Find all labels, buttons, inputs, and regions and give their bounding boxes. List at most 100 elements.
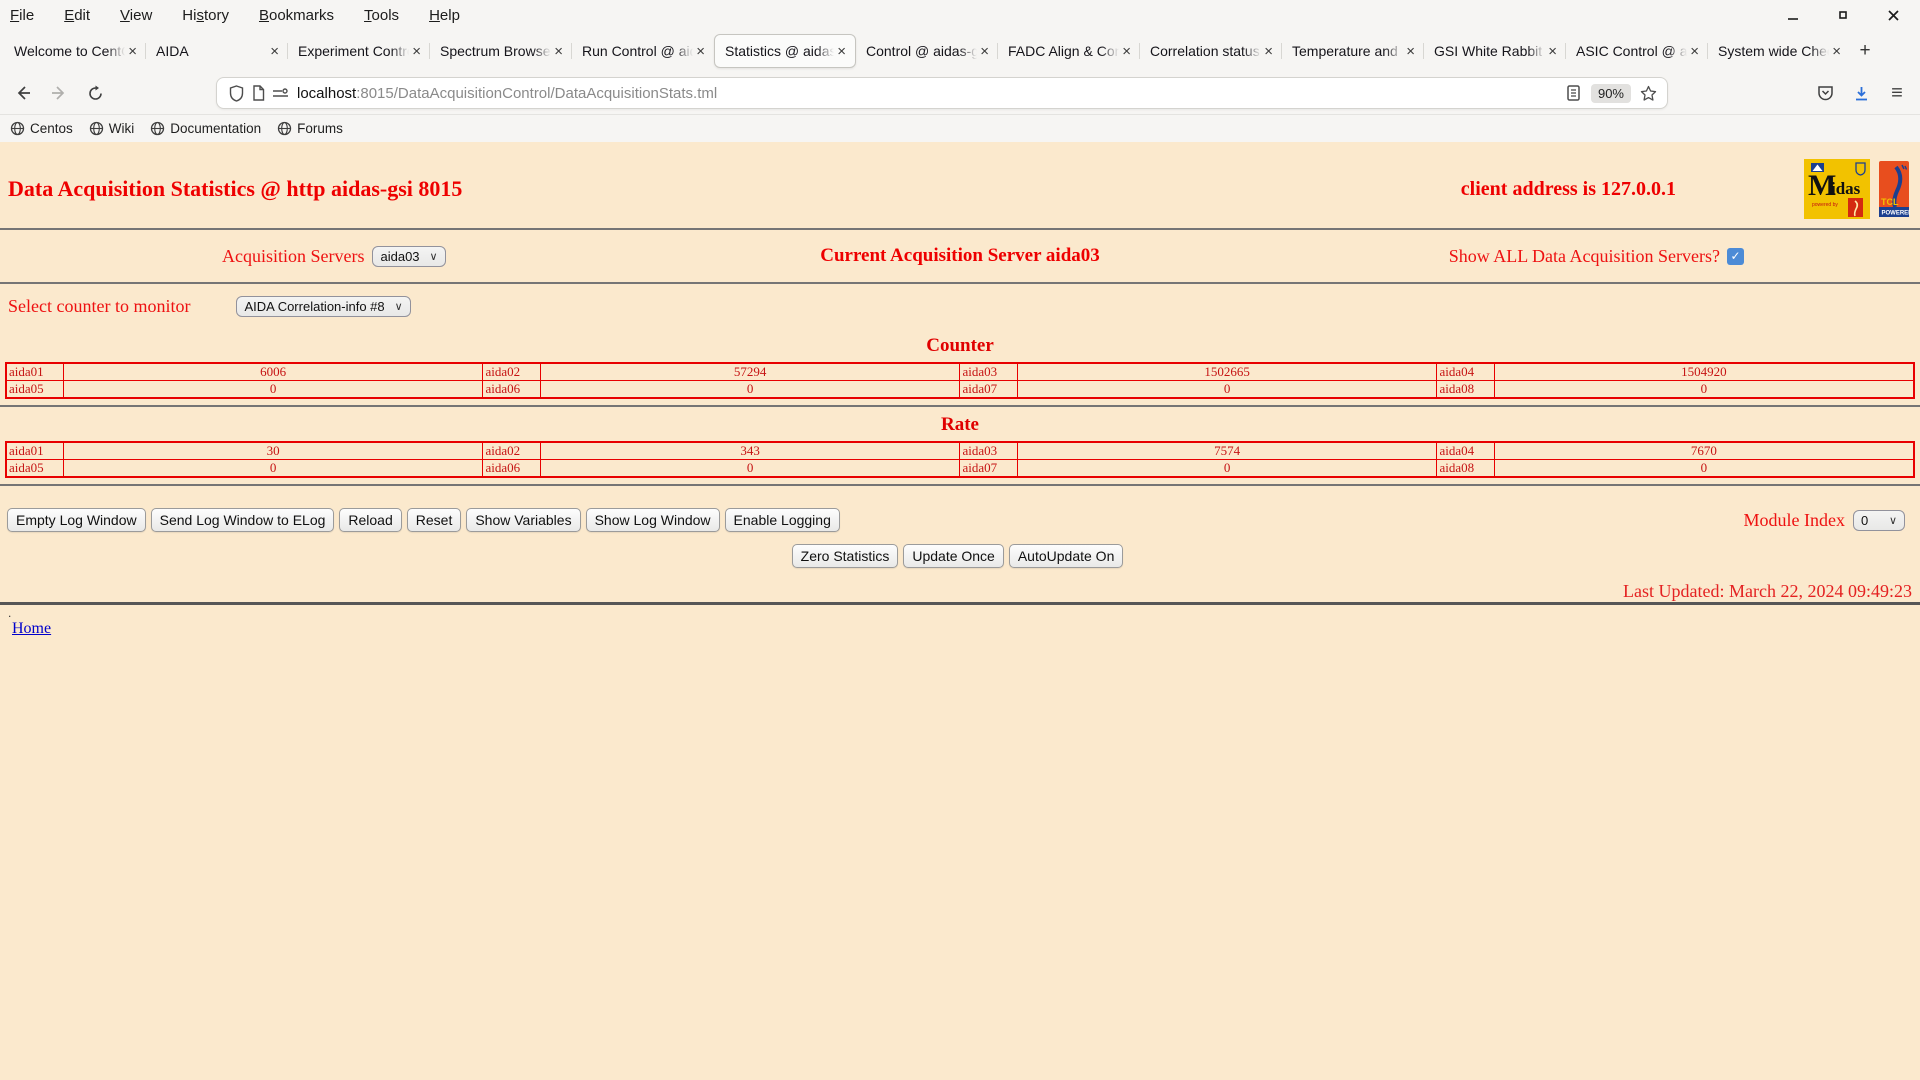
menu-edit[interactable]: Edit	[64, 7, 90, 24]
tab-12[interactable]: ASIC Control @ ai×	[1566, 34, 1708, 68]
bookmarks-bar: Centos Wiki Documentation Forums	[0, 114, 1920, 142]
divider	[0, 484, 1920, 486]
tab-5[interactable]: Run Control @ aid×	[572, 34, 714, 68]
show-log-window-button[interactable]: Show Log Window	[586, 508, 720, 532]
zero-statistics-button[interactable]: Zero Statistics	[792, 544, 899, 568]
tab-close-icon[interactable]: ×	[551, 43, 566, 60]
bookmark-centos[interactable]: Centos	[10, 121, 73, 136]
tab-close-icon[interactable]: ×	[693, 43, 708, 60]
show-all-checkbox[interactable]: ✓	[1727, 248, 1744, 265]
globe-icon	[150, 121, 165, 136]
forward-icon[interactable]	[44, 78, 74, 108]
bookmark-forums[interactable]: Forums	[277, 121, 343, 136]
rate-value: 0	[63, 460, 483, 478]
counter-value: 0	[540, 381, 960, 399]
last-updated-text: Last Updated: March 22, 2024 09:49:23	[0, 581, 1920, 602]
show-all-group: Show ALL Data Acquisition Servers? ✓	[1449, 246, 1744, 267]
bookmark-wiki[interactable]: Wiki	[89, 121, 135, 136]
tab-close-icon[interactable]: ×	[409, 43, 424, 60]
tab-10[interactable]: Temperature and×	[1282, 34, 1424, 68]
zoom-level-indicator[interactable]: 90%	[1591, 84, 1631, 103]
home-link[interactable]: Home	[12, 620, 51, 638]
tab-close-icon[interactable]: ×	[1261, 43, 1276, 60]
reset-button[interactable]: Reset	[407, 508, 462, 532]
module-index-select[interactable]: 0 ∨	[1853, 510, 1905, 531]
send-log-window-to-elog-button[interactable]: Send Log Window to ELog	[151, 508, 335, 532]
tab-4[interactable]: Spectrum Browser×	[430, 34, 572, 68]
chevron-down-icon: ∨	[430, 250, 438, 263]
menu-bookmarks[interactable]: Bookmarks	[259, 7, 334, 24]
counter-monitor-select[interactable]: AIDA Correlation-info #8 ∨	[236, 296, 410, 317]
server-name: aida05	[6, 460, 63, 478]
maximize-button[interactable]	[1830, 2, 1856, 28]
tab-2[interactable]: AIDA×	[146, 34, 288, 68]
show-variables-button[interactable]: Show Variables	[466, 508, 580, 532]
tab-close-icon[interactable]: ×	[977, 43, 992, 60]
tab-close-icon[interactable]: ×	[267, 43, 282, 60]
tab-close-icon[interactable]: ×	[1687, 43, 1702, 60]
rate-table: aida0130aida02343aida037574aida047670aid…	[5, 441, 1915, 478]
tab-close-icon[interactable]: ×	[125, 43, 140, 60]
menu-history[interactable]: History	[182, 7, 229, 24]
server-name: aida06	[483, 460, 540, 478]
empty-log-window-button[interactable]: Empty Log Window	[7, 508, 146, 532]
tab-close-icon[interactable]: ×	[1119, 43, 1134, 60]
tab-7[interactable]: Control @ aidas-g×	[856, 34, 998, 68]
reader-mode-icon[interactable]	[1563, 82, 1585, 104]
close-button[interactable]	[1880, 2, 1906, 28]
url-text: localhost:8015/DataAcquisitionControl/Da…	[297, 85, 717, 102]
menu-file[interactable]: File	[10, 7, 34, 24]
bookmark-documentation[interactable]: Documentation	[150, 121, 261, 136]
page-info-icon[interactable]	[247, 82, 269, 104]
counter-value: 1504920	[1494, 363, 1914, 381]
tracking-protection-shield-icon[interactable]	[225, 82, 247, 104]
tab-9[interactable]: Correlation status×	[1140, 34, 1282, 68]
update-once-button[interactable]: Update Once	[903, 544, 1004, 568]
menu-tools[interactable]: Tools	[364, 7, 399, 24]
tab-title: Correlation status	[1150, 43, 1261, 59]
tab-11[interactable]: GSI White Rabbit×	[1424, 34, 1566, 68]
server-name: aida02	[483, 442, 540, 460]
hamburger-menu-icon[interactable]: ≡	[1882, 78, 1912, 108]
server-name: aida01	[6, 442, 63, 460]
menu-view[interactable]: View	[120, 7, 152, 24]
counter-value: 0	[63, 381, 483, 399]
counter-value: 1502665	[1017, 363, 1437, 381]
counter-value: 0	[1494, 381, 1914, 399]
downloads-icon[interactable]	[1846, 78, 1876, 108]
reload-icon[interactable]	[80, 78, 110, 108]
autoupdate-on-button[interactable]: AutoUpdate On	[1009, 544, 1124, 568]
tab-1[interactable]: Welcome to CentOS×	[4, 34, 146, 68]
logos: M idas powered by TCL POWERED	[1804, 159, 1910, 219]
url-bar[interactable]: localhost:8015/DataAcquisitionControl/Da…	[216, 77, 1668, 109]
tab-close-icon[interactable]: ×	[1829, 43, 1844, 60]
site-permissions-icon[interactable]	[269, 82, 291, 104]
window-controls	[1780, 0, 1906, 30]
tab-3[interactable]: Experiment Control×	[288, 34, 430, 68]
tab-8[interactable]: FADC Align & Con×	[998, 34, 1140, 68]
tab-title: AIDA	[156, 43, 267, 59]
acquisition-server-select[interactable]: aida03 ∨	[372, 246, 445, 267]
rate-value: 30	[63, 442, 483, 460]
bookmark-star-icon[interactable]	[1637, 82, 1659, 104]
tab-title: Experiment Control	[298, 43, 409, 59]
tab-13[interactable]: System wide Chec×	[1708, 34, 1850, 68]
tab-close-icon[interactable]: ×	[1403, 43, 1418, 60]
rate-value: 7670	[1494, 442, 1914, 460]
divider	[0, 405, 1920, 407]
tab-title: Statistics @ aidas	[725, 43, 834, 59]
reload-button[interactable]: Reload	[339, 508, 401, 532]
menu-help[interactable]: Help	[429, 7, 460, 24]
back-icon[interactable]	[8, 78, 38, 108]
server-controls-row: Acquisition Servers aida03 ∨ Current Acq…	[0, 230, 1920, 282]
tab-close-icon[interactable]: ×	[1545, 43, 1560, 60]
enable-logging-button[interactable]: Enable Logging	[725, 508, 840, 532]
tab-close-icon[interactable]: ×	[834, 43, 849, 60]
minimize-button[interactable]	[1780, 2, 1806, 28]
new-tab-button[interactable]: +	[1850, 30, 1880, 72]
chevron-down-icon: ∨	[1889, 514, 1897, 527]
page-header: Data Acquisition Statistics @ http aidas…	[0, 142, 1920, 228]
tab-6-active[interactable]: Statistics @ aidas×	[714, 34, 856, 68]
rate-value: 0	[540, 460, 960, 478]
pocket-icon[interactable]	[1810, 78, 1840, 108]
